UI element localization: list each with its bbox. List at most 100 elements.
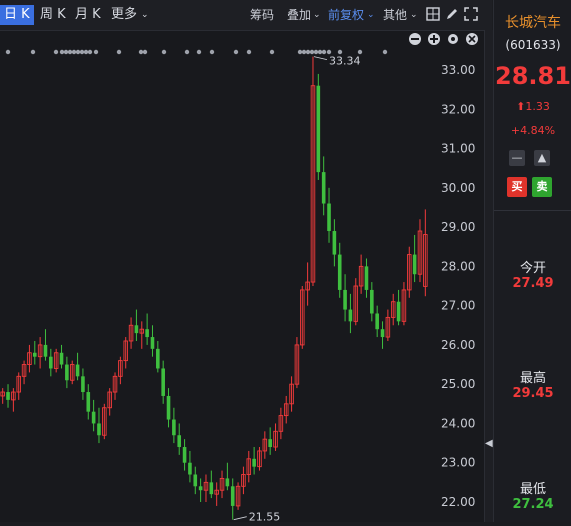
- candle-body[interactable]: [172, 419, 176, 436]
- candle-body[interactable]: [396, 301, 401, 322]
- candle-body[interactable]: [177, 435, 182, 448]
- event-marker-dot[interactable]: [233, 49, 239, 55]
- candle-body[interactable]: [150, 337, 155, 349]
- candle-body[interactable]: [81, 376, 85, 393]
- candle-body[interactable]: [364, 266, 369, 290]
- candle-body[interactable]: [145, 329, 149, 338]
- fullscreen-icon[interactable]: [464, 7, 478, 21]
- candle-body[interactable]: [43, 344, 48, 357]
- candle-body[interactable]: [230, 486, 235, 506]
- event-marker-dot[interactable]: [297, 49, 303, 55]
- event-marker-dot[interactable]: [246, 49, 252, 55]
- event-marker-dot[interactable]: [87, 49, 93, 55]
- event-marker-dot[interactable]: [83, 49, 89, 55]
- candle-body[interactable]: [252, 458, 256, 467]
- candle-body[interactable]: [97, 423, 101, 436]
- event-marker-dot[interactable]: [75, 49, 81, 55]
- overlay-button[interactable]: 叠加: [287, 5, 311, 25]
- event-marker-dot[interactable]: [53, 49, 59, 55]
- candle-body[interactable]: [49, 356, 53, 369]
- tab-more[interactable]: 更多: [111, 5, 137, 25]
- candle-body[interactable]: [375, 313, 379, 330]
- event-marker-dot[interactable]: [184, 49, 190, 55]
- chips-button[interactable]: 筹码: [250, 5, 274, 25]
- candle-body[interactable]: [348, 309, 353, 322]
- candle-body[interactable]: [380, 329, 385, 338]
- other-button[interactable]: 其他: [383, 5, 407, 25]
- candle-body[interactable]: [86, 392, 91, 412]
- event-marker-dot[interactable]: [313, 49, 319, 55]
- event-marker-dot[interactable]: [382, 49, 388, 55]
- chevron-down-icon[interactable]: ⌄: [410, 5, 418, 25]
- grid-icon[interactable]: [426, 7, 440, 21]
- candle-body[interactable]: [316, 85, 321, 173]
- candlestick-chart[interactable]: 33.34 21.55 33.00 32.00 31.00 30.00 29.00 28.0…: [0, 31, 484, 524]
- chevron-down-icon[interactable]: ⌄: [141, 5, 149, 25]
- event-marker-dot[interactable]: [138, 49, 144, 55]
- candle-body[interactable]: [188, 462, 192, 475]
- candle-body[interactable]: [75, 364, 80, 377]
- candle-body[interactable]: [343, 289, 347, 310]
- event-marker-dot[interactable]: [357, 49, 363, 55]
- buy-button[interactable]: 买: [507, 177, 527, 197]
- candle-body[interactable]: [6, 392, 10, 400]
- event-marker-dot[interactable]: [67, 49, 73, 55]
- candle-body[interactable]: [32, 352, 37, 357]
- candle-body[interactable]: [370, 289, 374, 314]
- event-marker-dot[interactable]: [93, 49, 99, 55]
- event-marker-dot[interactable]: [5, 49, 11, 55]
- event-marker-dot[interactable]: [161, 49, 167, 55]
- candle-body[interactable]: [182, 447, 187, 463]
- tab-daily-k[interactable]: 日 K: [0, 5, 34, 25]
- remove-watch-icon[interactable]: —: [509, 150, 525, 166]
- candle-body[interactable]: [327, 203, 331, 232]
- event-marker-dot[interactable]: [116, 49, 122, 55]
- event-marker-dot[interactable]: [337, 49, 343, 55]
- candle-body[interactable]: [198, 486, 203, 491]
- chevron-down-icon[interactable]: ⌄: [313, 5, 321, 25]
- chevron-down-icon[interactable]: ⌄: [367, 5, 375, 25]
- candle-body[interactable]: [156, 348, 160, 369]
- y-axis-tick-label: 29.00: [441, 220, 475, 234]
- tab-monthly-k[interactable]: 月 K: [75, 5, 101, 25]
- event-marker-dot[interactable]: [305, 49, 311, 55]
- candle-body[interactable]: [193, 474, 198, 487]
- candle-body[interactable]: [268, 439, 272, 448]
- candle-body[interactable]: [332, 231, 337, 255]
- candle-body[interactable]: [166, 395, 171, 420]
- candle-body[interactable]: [412, 254, 417, 275]
- event-marker-dot[interactable]: [209, 49, 215, 55]
- event-marker-dot[interactable]: [309, 49, 315, 55]
- candle-body[interactable]: [65, 364, 69, 381]
- event-marker-dot[interactable]: [59, 49, 65, 55]
- y-axis-tick-label: 22.00: [441, 495, 475, 509]
- candle-body[interactable]: [59, 352, 64, 365]
- candle-body[interactable]: [209, 482, 214, 495]
- event-marker-dot[interactable]: [301, 49, 307, 55]
- draw-pen-icon[interactable]: [445, 7, 459, 21]
- candle-body[interactable]: [91, 411, 96, 424]
- event-marker-dot[interactable]: [196, 49, 202, 55]
- collapse-arrow-icon[interactable]: ◀: [485, 434, 493, 454]
- tab-weekly-k[interactable]: 周 K: [40, 5, 66, 25]
- candle-body[interactable]: [321, 172, 326, 204]
- event-marker-dot[interactable]: [321, 49, 327, 55]
- event-marker-dot[interactable]: [63, 49, 69, 55]
- event-marker-dot[interactable]: [326, 49, 332, 55]
- event-marker-dot[interactable]: [142, 49, 148, 55]
- candle-body[interactable]: [225, 478, 230, 487]
- kline-chart-panel[interactable]: 33.34 21.55 33.00 32.00 31.00 30.00 29.00 28.0…: [0, 31, 484, 524]
- candle-body[interactable]: [161, 368, 165, 396]
- stock-name[interactable]: 长城汽车: [494, 12, 571, 32]
- event-marker-dot[interactable]: [269, 49, 275, 55]
- adjust-button[interactable]: 前复权: [328, 5, 364, 25]
- open-label: 今开: [519, 261, 546, 276]
- event-marker-dot[interactable]: [30, 49, 36, 55]
- sell-button[interactable]: 卖: [532, 177, 552, 197]
- alert-bell-icon[interactable]: ▲: [534, 150, 550, 166]
- event-marker-dot[interactable]: [79, 49, 85, 55]
- event-marker-dot[interactable]: [71, 49, 77, 55]
- candle-body[interactable]: [134, 325, 139, 334]
- candle-body[interactable]: [337, 254, 342, 290]
- event-marker-dot[interactable]: [317, 49, 323, 55]
